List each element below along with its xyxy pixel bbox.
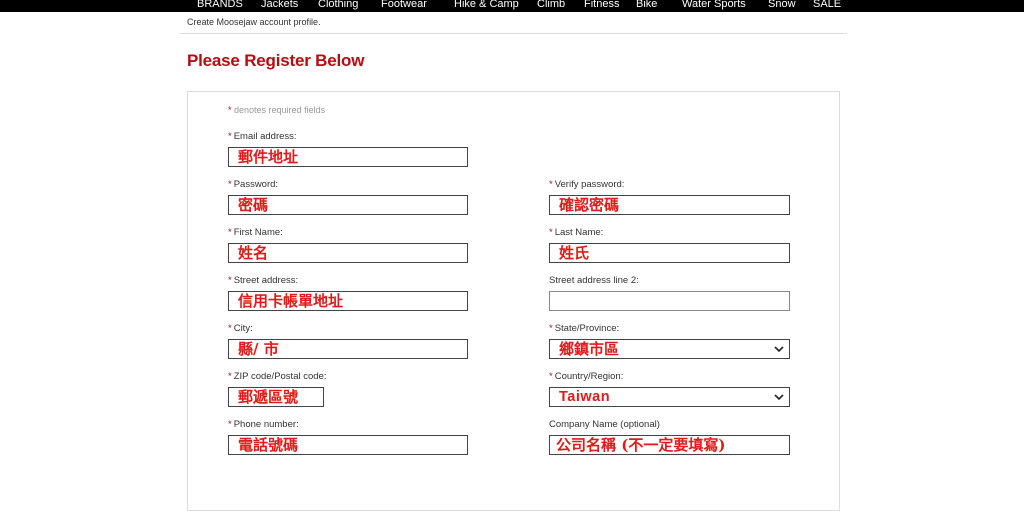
nav-item-footwear[interactable]: Footwear xyxy=(381,0,427,11)
page-title: Please Register Below xyxy=(187,51,365,70)
required-fields-note: * denotes required fields xyxy=(228,105,325,115)
zip-field[interactable]: 郵遞區號 xyxy=(228,387,324,407)
zip-value: 郵遞區號 xyxy=(238,388,299,406)
password-label: * Password: xyxy=(228,179,279,190)
state-select[interactable]: 鄉鎮市區 xyxy=(549,339,790,359)
verify-password-label: * Verify password: xyxy=(549,179,625,190)
city-label: * City: xyxy=(228,323,253,334)
first-name-value: 姓名 xyxy=(238,244,269,262)
divider xyxy=(180,33,847,34)
required-note-text: denotes required fields xyxy=(231,105,326,115)
company-field[interactable]: 公司名稱 (不一定要填寫) xyxy=(549,435,790,455)
state-value: 鄉鎮市區 xyxy=(559,340,620,358)
city-value: 縣/ 市 xyxy=(238,340,279,358)
country-value: Taiwan xyxy=(559,389,611,405)
verify-password-field[interactable]: 確認密碼 xyxy=(549,195,790,215)
nav-item-fitness[interactable]: Fitness xyxy=(584,0,619,11)
chevron-down-icon[interactable] xyxy=(774,392,784,402)
nav-item-sale[interactable]: SALE xyxy=(813,0,841,11)
breadcrumb-subtitle: Create Moosejaw account profile. xyxy=(187,17,321,27)
nav-item-climb[interactable]: Climb xyxy=(537,0,565,11)
street-address-2-label: Street address line 2: xyxy=(549,275,639,286)
chevron-down-icon[interactable] xyxy=(774,344,784,354)
nav-item-snow[interactable]: Snow xyxy=(768,0,796,11)
nav-item-bike[interactable]: Bike xyxy=(636,0,657,11)
nav-item-hike-camp[interactable]: Hike & Camp xyxy=(454,0,519,11)
company-label: Company Name (optional) xyxy=(549,419,660,430)
zip-label: * ZIP code/Postal code: xyxy=(228,371,327,382)
top-nav: BRANDS Jackets Clothing Footwear Hike & … xyxy=(0,0,1024,12)
phone-value: 電話號碼 xyxy=(238,436,299,454)
nav-item-clothing[interactable]: Clothing xyxy=(318,0,358,11)
state-label: * State/Province: xyxy=(549,323,620,334)
verify-password-value: 確認密碼 xyxy=(559,196,620,214)
last-name-field[interactable]: 姓氏 xyxy=(549,243,790,263)
street-address-label: * Street address: xyxy=(228,275,299,286)
street-address-value: 信用卡帳單地址 xyxy=(238,292,344,310)
last-name-value: 姓氏 xyxy=(559,244,590,262)
country-label: * Country/Region: xyxy=(549,371,624,382)
first-name-field[interactable]: 姓名 xyxy=(228,243,468,263)
last-name-label: * Last Name: xyxy=(549,227,604,238)
email-value: 郵件地址 xyxy=(238,148,299,166)
nav-item-brands[interactable]: BRANDS xyxy=(197,0,243,11)
street-address-field[interactable]: 信用卡帳單地址 xyxy=(228,291,468,311)
nav-item-jackets[interactable]: Jackets xyxy=(261,0,298,11)
phone-label: * Phone number: xyxy=(228,419,299,430)
phone-field[interactable]: 電話號碼 xyxy=(228,435,468,455)
email-label: * Email address: xyxy=(228,131,297,142)
password-value: 密碼 xyxy=(238,196,269,214)
company-value: 公司名稱 (不一定要填寫) xyxy=(556,436,726,454)
email-field[interactable]: 郵件地址 xyxy=(228,147,468,167)
city-field[interactable]: 縣/ 市 xyxy=(228,339,468,359)
nav-item-water-sports[interactable]: Water Sports xyxy=(682,0,746,11)
street-address-2-field[interactable] xyxy=(549,291,790,311)
password-field[interactable]: 密碼 xyxy=(228,195,468,215)
country-select[interactable]: Taiwan xyxy=(549,387,790,407)
first-name-label: * First Name: xyxy=(228,227,283,238)
